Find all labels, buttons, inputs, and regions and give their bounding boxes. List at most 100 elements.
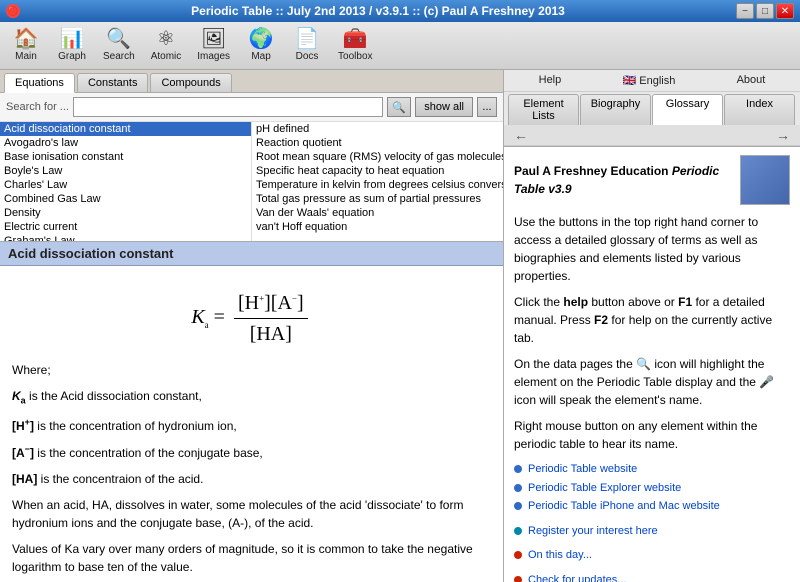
right-nav: ← → [504, 125, 800, 146]
tab-glossary[interactable]: Glossary [652, 94, 723, 125]
equation-list-item-right[interactable]: Total gas pressure as sum of partial pre… [252, 192, 503, 206]
equation-list-item-left[interactable]: Electric current [0, 220, 251, 234]
toolbar-toolbox-button[interactable]: 🧰Toolbox [331, 25, 379, 67]
search-icon: 🔍 [106, 29, 131, 49]
check-updates-section: Check for updates... [514, 572, 790, 582]
link-register-text[interactable]: Register your interest here [528, 523, 658, 540]
search-go-button[interactable]: 🔍 [387, 97, 411, 117]
equation-list-item-right[interactable]: van't Hoff equation [252, 220, 503, 234]
tab-compounds[interactable]: Compounds [150, 73, 231, 92]
toolbar-graph-button[interactable]: 📊Graph [50, 25, 94, 67]
show-all-button[interactable]: show all [415, 97, 473, 117]
minimize-button[interactable]: − [736, 3, 754, 19]
left-panel: Equations Constants Compounds Search for… [0, 70, 504, 582]
right-intro: Use the buttons in the top right hand co… [514, 213, 790, 285]
link-on-this-day-text[interactable]: On this day... [528, 547, 592, 564]
toolbar-atomic-button[interactable]: ⚛Atomic [144, 25, 189, 67]
close-button[interactable]: ✕ [776, 3, 794, 19]
equation-list-item-left[interactable]: Density [0, 206, 251, 220]
right-content: Paul A Freshney Education Periodic Table… [504, 147, 800, 582]
title-bar-title: Periodic Table :: July 2nd 2013 / v3.9.1… [20, 4, 736, 18]
toolbar-map-button[interactable]: 🌍Map [239, 25, 283, 67]
register-section: Register your interest here [514, 523, 790, 540]
title-bar: 🔴 Periodic Table :: July 2nd 2013 / v3.9… [0, 0, 800, 22]
formula-display: Ka = [H+][A−] [HA] [191, 306, 311, 328]
right-title-prefix: Paul A Freshney Education Periodic Table… [514, 162, 734, 198]
tab-index[interactable]: Index [724, 94, 795, 125]
link-bullet-updates [514, 576, 522, 582]
search-input[interactable] [73, 97, 383, 117]
graph-icon: 📊 [60, 29, 85, 49]
menu-help[interactable]: Help [531, 72, 570, 89]
equation-list-item-left[interactable]: Graham's Law [0, 234, 251, 241]
link-pt-iphone-text[interactable]: Periodic Table iPhone and Mac website [528, 498, 720, 515]
right-icon-text: On the data pages the 🔍 icon will highli… [514, 355, 790, 409]
formula-fraction: [H+][A−] [HA] [234, 288, 308, 349]
on-this-day-section: On this day... [514, 547, 790, 564]
where-section: Where; Ka is the Acid dissociation const… [12, 361, 491, 488]
link-pt-website[interactable]: Periodic Table website [514, 461, 790, 478]
link-check-updates[interactable]: Check for updates... [514, 572, 790, 582]
toolbar-images-button[interactable]: 🖼Images [190, 25, 237, 67]
tab-element-lists[interactable]: Element Lists [508, 94, 579, 125]
title-bar-left: 🔴 [6, 4, 20, 18]
equation-list-item-left[interactable]: Acid dissociation constant [0, 122, 251, 136]
link-on-this-day[interactable]: On this day... [514, 547, 790, 564]
equation-list-item-right[interactable]: pH defined [252, 122, 503, 136]
equation-list-item-right[interactable]: Temperature in kelvin from degrees celsi… [252, 178, 503, 192]
link-check-updates-text[interactable]: Check for updates... [528, 572, 626, 582]
term-h: [H+] is the concentration of hydronium i… [12, 416, 491, 435]
equation-list-item-right[interactable]: Root mean square (RMS) velocity of gas m… [252, 150, 503, 164]
left-tabs: Equations Constants Compounds [0, 70, 503, 93]
tab-constants[interactable]: Constants [77, 73, 149, 92]
term-a: [A−] is the concentration of the conjuga… [12, 443, 491, 462]
ellipsis-button[interactable]: ... [477, 97, 497, 117]
link-pt-explorer-text[interactable]: Periodic Table Explorer website [528, 480, 681, 497]
equation-list-item-left[interactable]: Base ionisation constant [0, 150, 251, 164]
right-top: Help 🇬🇧 English About Element Lists Biog… [504, 70, 800, 147]
toolbar-docs-button[interactable]: 📄Docs [285, 25, 329, 67]
menu-language[interactable]: 🇬🇧 English [615, 72, 684, 89]
right-title-line: Paul A Freshney Education Periodic Table… [514, 155, 790, 205]
right-click-text: Right mouse button on any element within… [514, 417, 790, 453]
detail-header: Acid dissociation constant [0, 242, 503, 266]
equation-list-item-left[interactable]: Combined Gas Law [0, 192, 251, 206]
link-bullet-day [514, 551, 522, 559]
links-section: Periodic Table website Periodic Table Ex… [514, 461, 790, 515]
tab-equations[interactable]: Equations [4, 73, 75, 93]
right-tabs: Element Lists Biography Glossary Index [504, 92, 800, 125]
main-content: Equations Constants Compounds Search for… [0, 70, 800, 582]
toolbar-search-button[interactable]: 🔍Search [96, 25, 142, 67]
search-label: Search for ... [6, 101, 69, 113]
link-bullet-1 [514, 465, 522, 473]
pt-logo [740, 155, 790, 205]
docs-icon: 📄 [295, 29, 320, 49]
atomic-icon: ⚛ [157, 29, 175, 49]
nav-right-arrow[interactable]: → [770, 127, 796, 143]
tab-biography[interactable]: Biography [580, 94, 651, 125]
menu-about[interactable]: About [729, 72, 774, 89]
detail-panel: Acid dissociation constant Ka = [H+][A−]… [0, 242, 503, 582]
detail-content: Ka = [H+][A−] [HA] Where; Ka is the Acid… [0, 266, 503, 582]
equation-list-item-left[interactable]: Charles' Law [0, 178, 251, 192]
map-icon: 🌍 [249, 29, 274, 49]
equation-list-item-left[interactable]: Boyle's Law [0, 164, 251, 178]
link-pt-explorer[interactable]: Periodic Table Explorer website [514, 480, 790, 497]
link-bullet-3 [514, 502, 522, 510]
formula-denominator: [HA] [246, 319, 296, 349]
link-register[interactable]: Register your interest here [514, 523, 790, 540]
title-bar-controls: − □ ✕ [736, 3, 794, 19]
equation-list-item-right[interactable]: Van der Waals' equation [252, 206, 503, 220]
equation-list-item-right[interactable]: Reaction quotient [252, 136, 503, 150]
right-panel: Help 🇬🇧 English About Element Lists Biog… [504, 70, 800, 582]
equation-list-left: Acid dissociation constantAvogadro's law… [0, 122, 252, 241]
right-menu-bar: Help 🇬🇧 English About [504, 70, 800, 92]
equation-list-item-right[interactable]: Specific heat capacity to heat equation [252, 164, 503, 178]
link-pt-iphone[interactable]: Periodic Table iPhone and Mac website [514, 498, 790, 515]
equation-list-item-left[interactable]: Avogadro's law [0, 136, 251, 150]
link-pt-website-text[interactable]: Periodic Table website [528, 461, 637, 478]
toolbar-main-button[interactable]: 🏠Main [4, 25, 48, 67]
maximize-button[interactable]: □ [756, 3, 774, 19]
nav-left-arrow[interactable]: ← [508, 127, 534, 143]
detail-para1: When an acid, HA, dissolves in water, so… [12, 496, 491, 532]
